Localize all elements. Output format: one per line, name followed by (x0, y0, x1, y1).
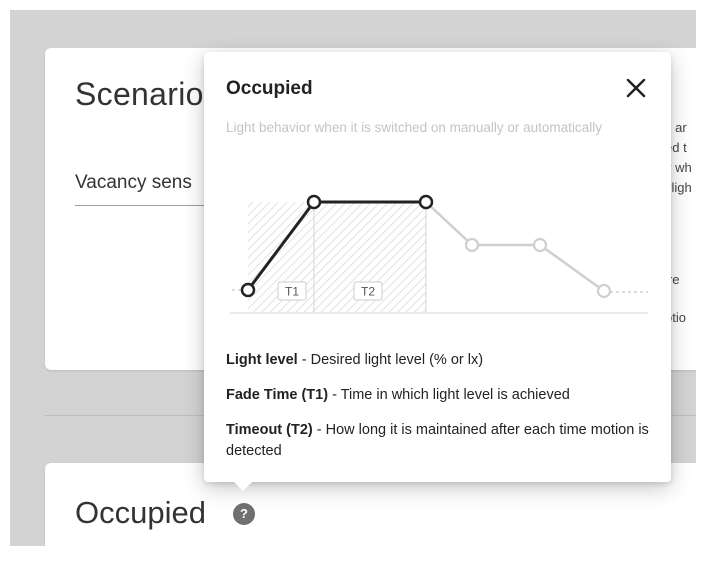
peak-end-point (418, 194, 434, 210)
definition-desc: - Time in which light level is achieved (328, 387, 570, 403)
definition-desc: - Desired light level (% or lx) (297, 352, 484, 368)
definition-light-level: Light level - Desired light level (% or … (226, 350, 656, 371)
definition-term: Fade Time (T1) (226, 387, 329, 403)
light-behavior-diagram: T1 T2 (230, 194, 648, 314)
vacancy-sensor-select[interactable]: Vacancy sens (75, 172, 192, 194)
peak-start-point (306, 194, 322, 210)
popup-subtitle: Light behavior when it is switched on ma… (226, 120, 602, 135)
definition-fade-time: Fade Time (T1) - Time in which light lev… (226, 385, 656, 406)
popup-title: Occupied (226, 78, 313, 99)
t1-label: T1 (285, 285, 299, 299)
popup-arrow (234, 482, 252, 491)
dim-point (464, 237, 480, 253)
dim-point (532, 237, 548, 253)
definitions-list: Light level - Desired light level (% or … (226, 350, 656, 476)
close-icon (626, 78, 646, 98)
occupied-info-popup: Occupied Light behavior when it is switc… (204, 52, 671, 491)
scenario-title: Scenario (75, 76, 204, 112)
start-point (240, 282, 256, 298)
definition-term: Timeout (T2) (226, 422, 313, 438)
off-point (596, 283, 612, 299)
occupied-heading: Occupied (75, 495, 206, 530)
close-button[interactable] (622, 74, 650, 102)
help-icon[interactable]: ? (233, 503, 255, 525)
t2-label: T2 (361, 285, 375, 299)
dimming-line (425, 201, 605, 293)
definition-term: Light level (226, 352, 298, 368)
definition-timeout: Timeout (T2) - How long it is maintained… (226, 420, 656, 462)
